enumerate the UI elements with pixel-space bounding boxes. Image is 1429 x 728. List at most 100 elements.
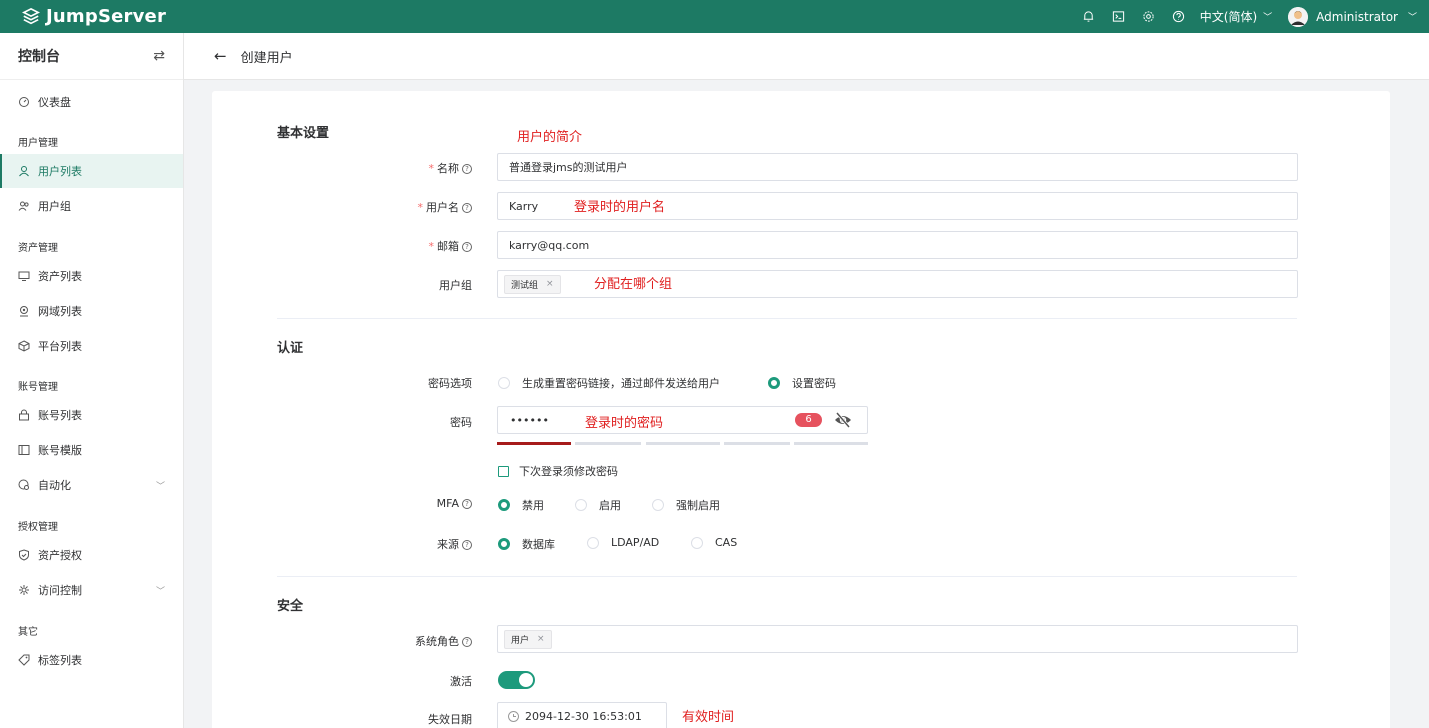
source-label: 来源? (302, 536, 472, 552)
location-icon (18, 305, 30, 317)
sidebar-title: 控制台 (18, 49, 60, 65)
radio-mfa-enable[interactable]: 启用 (575, 497, 621, 513)
group-label-users: 用户管理 (18, 138, 58, 149)
sidebar-item-asset-list[interactable]: 资产列表 (0, 259, 183, 293)
group-label-other: 其它 (18, 627, 38, 638)
radio-icon (768, 377, 780, 389)
language-label: 中文(简体) (1199, 10, 1258, 24)
password-value: •••••• (510, 413, 549, 427)
eye-off-icon[interactable] (833, 411, 853, 429)
strength-bar-1 (497, 442, 571, 445)
user-icon (18, 165, 30, 177)
name-label: * 名称? (302, 160, 472, 176)
sidebar-item-access-control[interactable]: 访问控制 ﹀ (0, 573, 183, 607)
bell-icon[interactable] (1074, 0, 1104, 33)
radio-icon (575, 499, 587, 511)
divider (277, 318, 1297, 319)
expire-label: 失效日期 (428, 713, 472, 726)
radio-mfa-force[interactable]: 强制启用 (652, 497, 720, 513)
must-change-checkbox[interactable]: 下次登录须修改密码 (498, 463, 618, 479)
strength-bar-3 (646, 442, 720, 445)
help-icon: ? (462, 164, 472, 174)
sidebar-item-label: 账号模版 (38, 444, 82, 457)
help-icon[interactable] (1164, 0, 1194, 33)
section-title-security: 安全 (277, 599, 304, 614)
cube-icon (18, 340, 30, 352)
sidebar-item-platform-list[interactable]: 平台列表 (0, 329, 183, 363)
automation-icon (18, 479, 30, 491)
chevron-down-icon: ﹀ (1407, 13, 1417, 23)
role-tag: 用户 × (504, 629, 552, 649)
close-icon[interactable]: × (546, 279, 554, 289)
sidebar-item-user-list[interactable]: 用户列表 (0, 154, 183, 188)
radio-source-ldap[interactable]: LDAP/AD (587, 536, 659, 549)
radio-mfa-disable[interactable]: 禁用 (498, 497, 544, 513)
radio-pwd-reset-link[interactable]: 生成重置密码链接，通过邮件发送给用户 (498, 375, 720, 391)
clock-icon (508, 710, 519, 722)
sidebar-item-label: 访问控制 (38, 584, 82, 597)
password-field[interactable]: •••••• 6 (497, 406, 868, 434)
radio-icon (652, 499, 664, 511)
sidebar-item-automation[interactable]: 自动化 ﹀ (0, 468, 183, 502)
strength-bar-4 (724, 442, 790, 445)
sidebar-item-account-list[interactable]: 账号列表 (0, 398, 183, 432)
sidebar-item-user-group[interactable]: 用户组 (0, 189, 183, 223)
expire-date-picker[interactable]: 2094-12-30 16:53:01 (497, 702, 667, 728)
sidebar-item-label: 网域列表 (38, 305, 82, 318)
language-selector[interactable]: 中文(简体) ﹀ (1200, 8, 1272, 25)
group-label-accounts: 账号管理 (18, 382, 58, 393)
avatar (1288, 6, 1309, 27)
sidebar-item-label: 资产授权 (38, 549, 82, 562)
brand-logo[interactable]: JumpServer (0, 6, 166, 27)
sidebar-item-label-list[interactable]: 标签列表 (0, 643, 183, 677)
chevron-down-icon: ﹀ (155, 586, 165, 597)
gear-icon[interactable] (1134, 0, 1164, 33)
group-label-assets: 资产管理 (18, 243, 58, 254)
password-length-badge: 6 (795, 413, 822, 427)
sidebar-item-account-template[interactable]: 账号模版 (0, 433, 183, 467)
sidebar-item-label: 账号列表 (38, 409, 82, 422)
group-tag: 测试组 × (504, 274, 561, 294)
system-role-select[interactable]: 用户 × (497, 625, 1298, 653)
top-navbar: JumpServer 中文(简体) ﹀ Administrator ﹀ (0, 0, 1429, 33)
sidebar-item-label: 仪表盘 (38, 96, 71, 109)
back-arrow-icon[interactable]: ← (214, 47, 227, 65)
username-label: * 用户名? (302, 199, 472, 215)
close-icon[interactable]: × (537, 634, 545, 644)
users-icon (18, 200, 30, 212)
create-user-form: 基本设置 用户的简介 * 名称? 普通登录jms的测试用户 * 用户名? Karry… (212, 91, 1390, 728)
expire-value: 2094-12-30 16:53:01 (525, 709, 642, 723)
monitor-icon (18, 270, 30, 282)
tag-icon (18, 654, 30, 666)
radio-icon (587, 536, 599, 549)
radio-icon (498, 538, 510, 550)
annotation-login-name: 登录时的用户名 (574, 200, 666, 215)
access-control-icon (18, 584, 30, 596)
annotation-intro: 用户的简介 (517, 130, 583, 145)
radio-source-cas[interactable]: CAS (691, 536, 737, 549)
user-menu[interactable]: Administrator ﹀ (1288, 6, 1417, 27)
sidebar-item-asset-perm[interactable]: 资产授权 (0, 538, 183, 572)
radio-pwd-set[interactable]: 设置密码 (768, 375, 836, 391)
sidebar-item-domain-list[interactable]: 网域列表 (0, 294, 183, 328)
sidebar-item-label: 资产列表 (38, 270, 82, 283)
jumpserver-logo-icon (22, 7, 40, 24)
strength-bar-5 (794, 442, 868, 445)
password-label: 密码 (450, 416, 472, 429)
radio-icon (498, 377, 510, 389)
role-label: 系统角色? (302, 633, 472, 649)
terminal-icon[interactable] (1104, 0, 1134, 33)
help-icon: ? (462, 242, 472, 252)
name-field[interactable]: 普通登录jms的测试用户 (497, 153, 1298, 181)
active-toggle[interactable] (498, 671, 535, 689)
pwd-option-label: 密码选项 (428, 377, 472, 390)
radio-icon (498, 499, 510, 511)
page-title: 创建用户 (240, 50, 293, 66)
swap-icon[interactable]: ⇄ (153, 48, 165, 64)
toggle-knob (519, 673, 533, 687)
sidebar-item-dashboard[interactable]: 仪表盘 (0, 85, 183, 119)
email-field[interactable]: karry@qq.com (497, 231, 1298, 259)
radio-source-db[interactable]: 数据库 (498, 536, 555, 552)
checkbox-icon (498, 465, 509, 477)
section-title-auth: 认证 (277, 341, 304, 356)
